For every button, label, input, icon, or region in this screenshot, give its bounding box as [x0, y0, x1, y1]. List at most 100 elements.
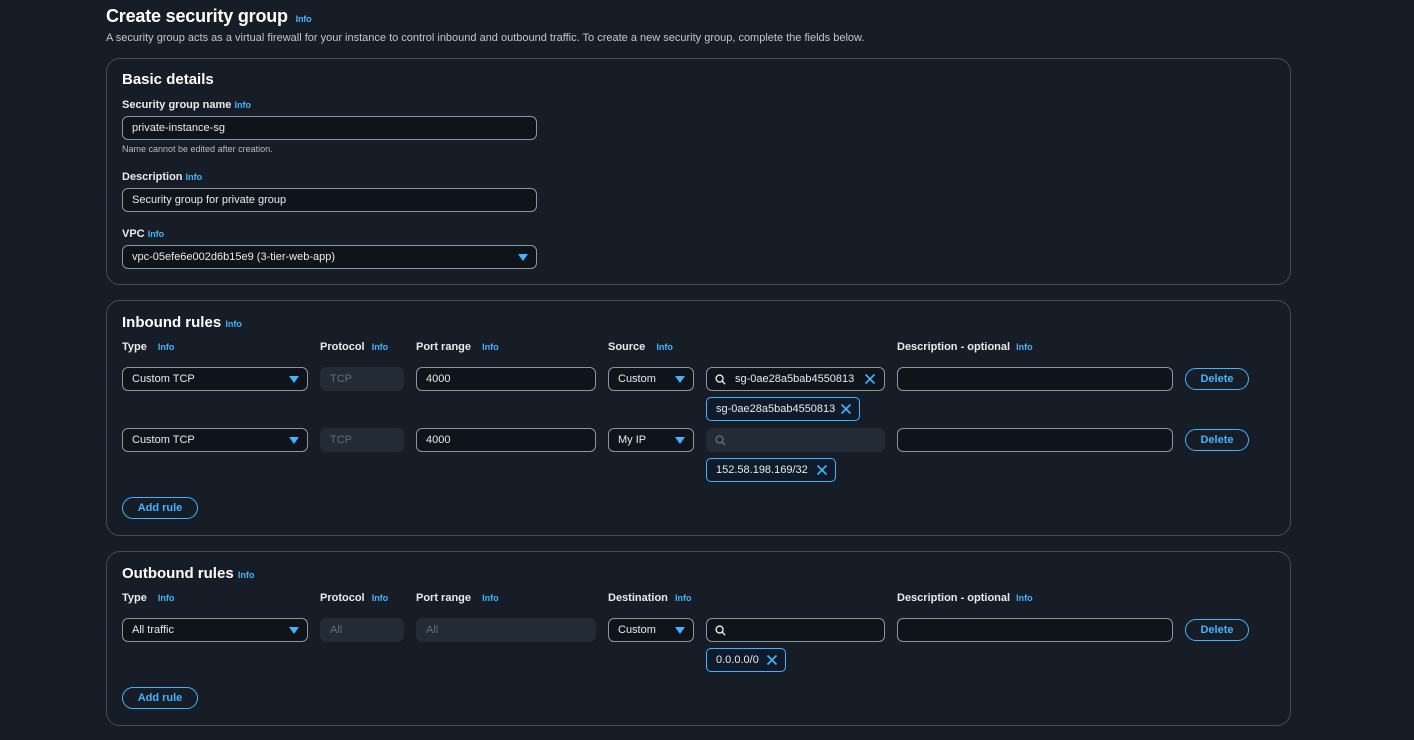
outbound-rules-info-link[interactable]: Info: [238, 570, 255, 580]
security-group-name-label-text: Security group name: [122, 99, 232, 111]
outbound-col-port-range: Port range Info: [416, 592, 499, 604]
outbound-col-protocol: Protocol Info: [320, 592, 388, 604]
outbound-row-1-destination-search[interactable]: [706, 618, 885, 642]
search-icon: [715, 435, 726, 446]
inbound-row-1-delete-button[interactable]: Delete: [1185, 368, 1249, 390]
clear-icon[interactable]: [864, 373, 876, 385]
inbound-row-1-source-select[interactable]: Custom: [608, 367, 694, 391]
inbound-row-2-delete-button[interactable]: Delete: [1185, 429, 1249, 451]
security-group-name-input[interactable]: private-instance-sg: [122, 116, 537, 140]
inbound-row-1-type-value: Custom TCP: [132, 373, 195, 385]
outbound-destination-info-link[interactable]: Info: [675, 593, 692, 603]
page-title: Create security group Info: [106, 6, 312, 27]
page-description: A security group acts as a virtual firew…: [106, 32, 865, 44]
outbound-row-1-description-input[interactable]: [897, 618, 1173, 642]
outbound-description-info-link[interactable]: Info: [1016, 593, 1033, 603]
inbound-protocol-info-link[interactable]: Info: [372, 342, 389, 352]
inbound-row-1-search-value: sg-0ae28a5bab4550813: [735, 373, 855, 385]
vpc-info-link[interactable]: Info: [148, 229, 165, 239]
inbound-row-1-protocol: TCP: [320, 367, 404, 391]
inbound-row-2-type-value: Custom TCP: [132, 434, 195, 446]
close-icon[interactable]: [766, 654, 778, 666]
inbound-row-1-token-text: sg-0ae28a5bab4550813: [716, 403, 836, 415]
chevron-down-icon: [675, 437, 685, 444]
chevron-down-icon: [518, 254, 528, 261]
inbound-add-rule-button[interactable]: Add rule: [122, 497, 198, 519]
vpc-select-value: vpc-05efe6e002d6b15e9 (3-tier-web-app): [132, 251, 336, 263]
inbound-row-2-port-range-input[interactable]: 4000: [416, 428, 596, 452]
inbound-row-2-source-select[interactable]: My IP: [608, 428, 694, 452]
outbound-rules-title: Outbound rules Info: [122, 565, 254, 582]
inbound-col-port-range: Port range Info: [416, 341, 499, 353]
inbound-col-protocol: Protocol Info: [320, 341, 388, 353]
inbound-row-2-description-input[interactable]: [897, 428, 1173, 452]
close-icon[interactable]: [840, 403, 852, 415]
outbound-row-1-token-text: 0.0.0.0/0: [716, 654, 759, 666]
inbound-row-1-source-search[interactable]: sg-0ae28a5bab4550813: [706, 367, 885, 391]
inbound-rules-title: Inbound rules Info: [122, 314, 242, 331]
description-input[interactable]: Security group for private group: [122, 188, 537, 212]
outbound-col-type: Type Info: [122, 592, 174, 604]
inbound-col-source: Source Info: [608, 341, 673, 353]
basic-details-panel: Basic details Security group name Info p…: [106, 58, 1291, 285]
inbound-description-info-link[interactable]: Info: [1016, 342, 1033, 352]
outbound-row-1-destination-token: 0.0.0.0/0: [706, 648, 786, 672]
inbound-col-port-range-text: Port range: [416, 341, 472, 353]
outbound-col-destination-text: Destination: [608, 592, 668, 604]
chevron-down-icon: [289, 437, 299, 444]
chevron-down-icon: [675, 376, 685, 383]
close-icon[interactable]: [816, 464, 828, 476]
inbound-row-1-port-range-input[interactable]: 4000: [416, 367, 596, 391]
outbound-row-1-destination-select[interactable]: Custom: [608, 618, 694, 642]
inbound-col-description: Description - optional Info: [897, 341, 1033, 353]
outbound-type-info-link[interactable]: Info: [158, 593, 175, 603]
description-label-text: Description: [122, 171, 183, 183]
description-info-link[interactable]: Info: [186, 172, 203, 182]
inbound-rules-panel: Inbound rules Info Type Info Protocol In…: [106, 300, 1291, 536]
outbound-col-description-text: Description - optional: [897, 592, 1011, 604]
inbound-col-protocol-text: Protocol: [320, 341, 365, 353]
outbound-col-destination: Destination Info: [608, 592, 691, 604]
outbound-row-1-type-value: All traffic: [132, 624, 174, 636]
inbound-col-type-text: Type: [122, 341, 147, 353]
outbound-col-protocol-text: Protocol: [320, 592, 365, 604]
inbound-row-2-source-value: My IP: [618, 434, 647, 446]
inbound-row-1-type-select[interactable]: Custom TCP: [122, 367, 308, 391]
outbound-protocol-info-link[interactable]: Info: [372, 593, 389, 603]
outbound-col-port-range-text: Port range: [416, 592, 472, 604]
inbound-col-description-text: Description - optional: [897, 341, 1011, 353]
inbound-type-info-link[interactable]: Info: [158, 342, 175, 352]
security-group-name-label: Security group name Info: [122, 99, 251, 111]
vpc-select[interactable]: vpc-05efe6e002d6b15e9 (3-tier-web-app): [122, 245, 537, 269]
page-title-text: Create security group: [106, 6, 288, 26]
inbound-col-type: Type Info: [122, 341, 174, 353]
outbound-row-1-type-select[interactable]: All traffic: [122, 618, 308, 642]
inbound-row-2-protocol: TCP: [320, 428, 404, 452]
outbound-col-description: Description - optional Info: [897, 592, 1033, 604]
vpc-label-text: VPC: [122, 228, 145, 240]
inbound-port-range-info-link[interactable]: Info: [482, 342, 499, 352]
inbound-row-2-source-token: 152.58.198.169/32: [706, 458, 836, 482]
inbound-source-info-link[interactable]: Info: [656, 342, 673, 352]
outbound-port-range-info-link[interactable]: Info: [482, 593, 499, 603]
outbound-row-1-destination-value: Custom: [618, 624, 656, 636]
outbound-row-1-delete-button[interactable]: Delete: [1185, 619, 1249, 641]
inbound-row-1-source-token: sg-0ae28a5bab4550813: [706, 397, 860, 421]
outbound-row-1-protocol: All: [320, 618, 404, 642]
page-info-link[interactable]: Info: [296, 14, 312, 24]
search-icon: [715, 625, 726, 636]
outbound-add-rule-button[interactable]: Add rule: [122, 687, 198, 709]
security-group-name-info-link[interactable]: Info: [234, 100, 251, 110]
outbound-col-type-text: Type: [122, 592, 147, 604]
inbound-row-2-source-search: [706, 428, 885, 452]
outbound-row-1-port-range: All: [416, 618, 596, 642]
inbound-row-1-description-input[interactable]: [897, 367, 1173, 391]
inbound-rules-title-text: Inbound rules: [122, 314, 222, 331]
inbound-rules-info-link[interactable]: Info: [225, 319, 242, 329]
description-label: Description Info: [122, 171, 202, 183]
inbound-row-2-type-select[interactable]: Custom TCP: [122, 428, 308, 452]
chevron-down-icon: [289, 376, 299, 383]
chevron-down-icon: [675, 627, 685, 634]
inbound-col-source-text: Source: [608, 341, 646, 353]
inbound-row-1-source-value: Custom: [618, 373, 656, 385]
